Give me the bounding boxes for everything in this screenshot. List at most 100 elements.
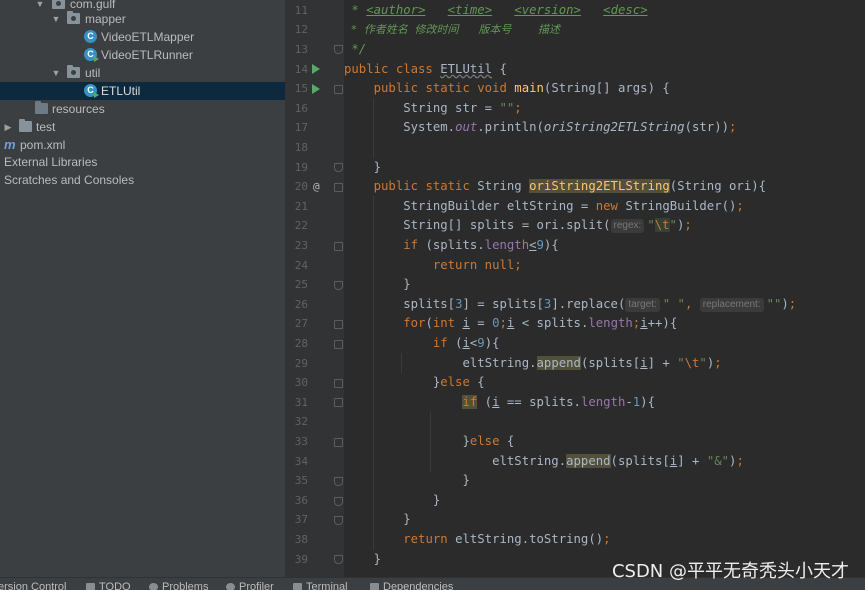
tree-item-etlutil[interactable]: C ETLUtil [0,82,285,100]
code-token: { [477,375,485,390]
code-token: = [469,316,493,331]
code-token: (splits. [425,238,485,252]
code-token: } [432,492,441,507]
code-line-30: }else { [344,373,865,393]
line-number: 29 [294,356,308,370]
fold-toggle-icon[interactable] [334,438,343,447]
tree-item-label: util [85,66,101,80]
code-token: String [477,179,530,194]
code-line-25: } [344,275,865,295]
code-token: " [699,355,707,370]
code-token: } [373,159,382,174]
fold-toggle-icon[interactable] [334,497,343,506]
code-token: (splits[ [610,453,670,468]
fold-toggle-icon[interactable] [334,163,343,172]
fold-toggle-icon[interactable] [334,281,343,290]
code-token: length [580,394,626,409]
fold-toggle-icon[interactable] [334,398,343,407]
resources-folder-icon [35,101,48,114]
run-main-icon[interactable] [312,84,320,94]
code-token: ; [514,257,522,272]
code-token: ].replace( [551,296,626,311]
tree-item-util[interactable]: ▼ util [0,64,285,82]
line-number: 28 [294,337,308,350]
watermark: CSDN @平平无奇秃头小天才 [611,561,849,582]
package-icon [67,65,80,78]
tree-item-mapper[interactable]: ▼ mapper [0,10,285,28]
fold-toggle-icon[interactable] [334,242,343,251]
code-editor[interactable]: * <author> <time> <version> <desc> * 作者姓… [344,0,865,577]
code-token: oriString2ETLString [529,179,670,194]
code-token: i [640,316,648,331]
code-line-38: return eltString.toString(); [344,530,865,550]
code-token: i [640,355,648,370]
code-token: <desc> [603,2,648,17]
tree-item-resources[interactable]: resources [0,100,285,118]
code-token: public static void [373,81,515,96]
code-token: System. [403,120,456,135]
code-token: } [373,551,382,566]
code-token: < splits. [514,316,589,331]
fold-toggle-icon[interactable] [334,477,343,486]
line-number: 18 [294,141,308,154]
code-line-31: if (i == splits.length-1){ [344,393,865,413]
fold-toggle-icon[interactable] [334,340,343,349]
fold-toggle-icon[interactable] [334,555,343,564]
fold-toggle-icon[interactable] [334,379,343,388]
tree-item-videoetlmapper[interactable]: C VideoETLMapper [0,28,285,46]
fold-toggle-icon[interactable] [334,320,343,329]
code-line-15: public static void main(String[] args) { [344,79,865,99]
code-token: length [484,238,530,252]
code-token: String[] splits = ori.split( [403,218,611,233]
tree-item-test[interactable]: ▶ test [0,118,285,136]
code-token: ] = splits[ [462,296,544,311]
code-line-22: String[] splits = ori.split(regex: "\t"); [344,216,865,236]
code-token: ETLUtil [440,61,493,76]
chevron-down-icon[interactable]: ▼ [50,10,62,28]
run-class-icon[interactable] [312,64,320,74]
code-line-11: * <author> <time> <version> <desc> [344,1,865,21]
tree-item-external-libraries[interactable]: External Libraries [0,153,285,171]
code-line-23: if (splits.length<9){ [344,236,865,256]
code-line-27: for(int i = 0;i < splits.length;i++){ [344,314,865,334]
code-line-13: */ [344,40,865,60]
chevron-right-icon[interactable]: ▶ [2,118,14,136]
line-number: 14 [294,62,308,76]
line-number: 16 [294,101,308,115]
code-token: oriString2ETLString [543,120,685,135]
fold-toggle-icon[interactable] [334,85,343,94]
code-token: == splits. [499,394,581,409]
code-line-37: } [344,510,865,530]
chevron-down-icon[interactable]: ▼ [50,64,62,82]
package-icon [52,0,65,9]
line-number: 22 [294,219,308,233]
line-number: 13 [294,43,308,56]
tree-item-pom-xml[interactable]: m pom.xml [0,136,285,154]
implementation-marker-icon[interactable]: @ [313,177,320,197]
code-token: (str)) [684,120,730,135]
code-token: int [432,316,463,331]
line-number: 26 [294,297,308,311]
line-number: 25 [294,278,308,292]
code-token: eltString.toString() [455,532,604,546]
fold-toggle-icon[interactable] [334,516,343,525]
tree-item-videoetlrunner[interactable]: C VideoETLRunner [0,46,285,64]
code-token: append [536,355,581,370]
tree-item-label: test [36,120,56,134]
tree-item-scratches[interactable]: Scratches and Consoles [0,171,285,189]
code-line-19: } [344,158,865,178]
fold-toggle-icon[interactable] [334,45,343,54]
fold-toggle-icon[interactable] [334,183,343,192]
code-token: ( [425,316,433,331]
code-token: 0 [492,316,500,331]
code-token: StringBuilder() [625,198,737,213]
code-token: eltString. [492,453,567,468]
runnable-class-icon: C [84,84,99,98]
